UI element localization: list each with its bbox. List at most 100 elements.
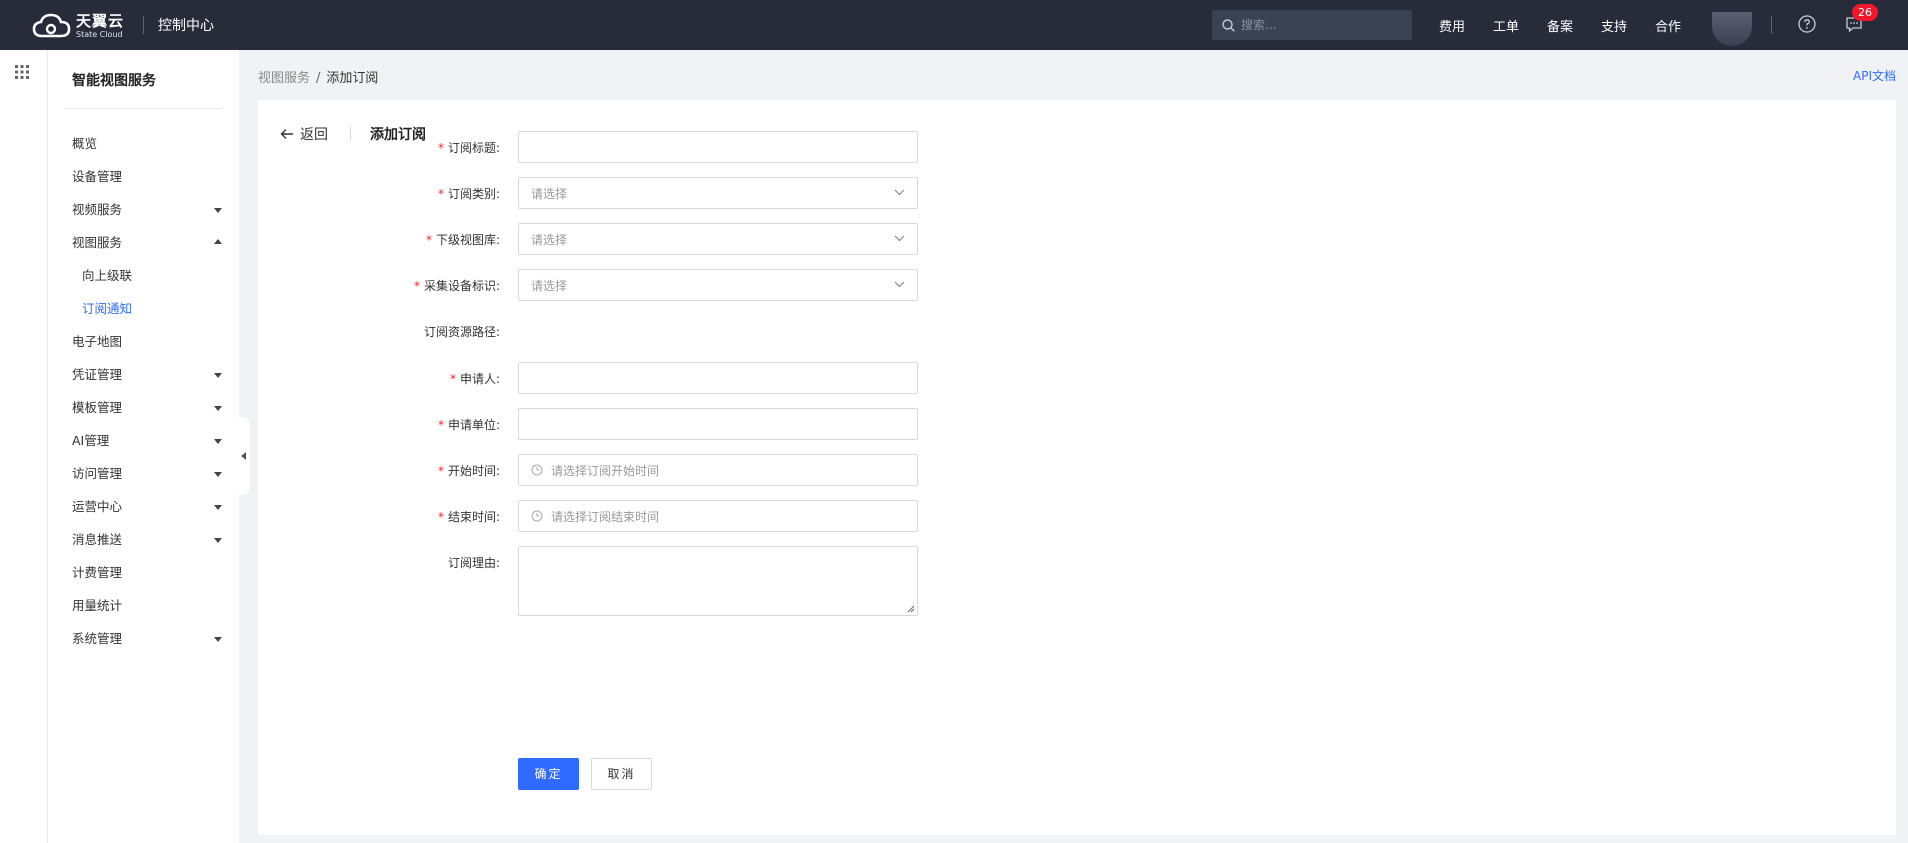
- form-label: * 结束时间:: [438, 508, 500, 525]
- caret-down-icon: [214, 472, 222, 477]
- nav-tickets[interactable]: 工单: [1493, 16, 1519, 35]
- sidebar-item[interactable]: 用量统计: [72, 596, 222, 616]
- divider: [350, 125, 351, 141]
- caret-down-icon: [214, 505, 222, 510]
- sidebar-item[interactable]: 运营中心: [72, 497, 222, 517]
- required-mark: *: [449, 372, 456, 386]
- caret-up-icon: [214, 239, 222, 244]
- form-label-text: 订阅理由:: [447, 556, 500, 570]
- cancel-button[interactable]: 取消: [591, 758, 652, 790]
- sidebar-title: 智能视图服务: [72, 73, 156, 89]
- nav-partner[interactable]: 合作: [1655, 16, 1681, 35]
- nav-support[interactable]: 支持: [1601, 16, 1627, 35]
- sidebar-item-label: 概览: [72, 136, 98, 151]
- chevron-down-icon: [894, 189, 905, 196]
- caret-down-icon: [214, 439, 222, 444]
- sidebar-item-label: 用量统计: [72, 598, 123, 613]
- select-placeholder: 请选择: [531, 186, 568, 201]
- form-label-text: 开始时间:: [447, 464, 500, 478]
- required-mark: *: [437, 510, 444, 524]
- brand-logo[interactable]: 天翼云 State Cloud: [32, 12, 124, 40]
- required-mark: *: [413, 279, 420, 293]
- sidebar-item[interactable]: 计费管理: [72, 563, 222, 583]
- sidebar-item[interactable]: 系统管理: [72, 629, 222, 649]
- sidebar-item[interactable]: AI管理: [72, 431, 222, 451]
- sidebar-item[interactable]: 消息推送: [72, 530, 222, 550]
- global-search[interactable]: [1212, 10, 1412, 40]
- arrow-left-icon: [280, 129, 293, 139]
- form-label-text: 申请人:: [459, 372, 500, 386]
- sidebar-item[interactable]: 向上级联: [82, 266, 232, 286]
- text-input[interactable]: [531, 417, 905, 431]
- text-field[interactable]: [518, 362, 918, 394]
- sidebar-item[interactable]: 视频服务: [72, 200, 222, 220]
- api-docs-link[interactable]: API文档: [1853, 67, 1896, 84]
- caret-down-icon: [214, 208, 222, 213]
- form-label-text: 订阅标题:: [447, 141, 500, 155]
- required-mark: *: [437, 464, 444, 478]
- datetime-placeholder: 请选择订阅结束时间: [551, 509, 660, 524]
- select-field[interactable]: 请选择: [518, 177, 918, 209]
- divider: [1771, 16, 1772, 34]
- datetime-placeholder: 请选择订阅开始时间: [551, 463, 660, 478]
- sidebar-item[interactable]: 模板管理: [72, 398, 222, 418]
- top-navigation-bar: 天翼云 State Cloud 控制中心 费用 工单 备案 支持 合作 26: [0, 0, 1908, 50]
- breadcrumb-current: 添加订阅: [326, 71, 379, 86]
- text-input[interactable]: [531, 140, 905, 154]
- breadcrumb-separator: /: [316, 71, 321, 86]
- reason-textarea[interactable]: [518, 546, 918, 616]
- required-mark: *: [437, 418, 444, 432]
- sidebar-item[interactable]: 视图服务: [72, 233, 222, 253]
- caret-down-icon: [214, 406, 222, 411]
- user-avatar[interactable]: [1712, 12, 1752, 46]
- text-field[interactable]: [518, 408, 918, 440]
- nav-fees[interactable]: 费用: [1439, 16, 1465, 35]
- text-field[interactable]: [518, 131, 918, 163]
- datetime-picker[interactable]: 请选择订阅开始时间: [518, 454, 918, 486]
- console-title[interactable]: 控制中心: [158, 15, 214, 35]
- required-mark: *: [437, 187, 444, 201]
- sidebar-item[interactable]: 订阅通知: [82, 299, 232, 319]
- form-label: * 开始时间:: [438, 462, 500, 479]
- sidebar-item-label: 模板管理: [72, 400, 123, 415]
- select-field[interactable]: 请选择: [518, 223, 918, 255]
- sidebar-item-label: 计费管理: [72, 565, 123, 580]
- sidebar-item[interactable]: 电子地图: [72, 332, 222, 352]
- sidebar-item[interactable]: 设备管理: [72, 167, 222, 187]
- search-input[interactable]: [1241, 18, 1401, 32]
- select-field[interactable]: 请选择: [518, 269, 918, 301]
- message-count-badge: 26: [1852, 4, 1878, 21]
- clock-icon: [531, 510, 543, 522]
- sidebar-item-label: 向上级联: [82, 268, 133, 283]
- sidebar-item[interactable]: 访问管理: [72, 464, 222, 484]
- page-title: 添加订阅: [370, 127, 426, 143]
- breadcrumb-parent[interactable]: 视图服务: [258, 71, 310, 86]
- sidebar-item[interactable]: 凭证管理: [72, 365, 222, 385]
- datetime-picker[interactable]: 请选择订阅结束时间: [518, 500, 918, 532]
- resize-handle-icon[interactable]: [907, 605, 915, 613]
- back-label: 返回: [300, 127, 328, 143]
- text-input[interactable]: [531, 371, 905, 385]
- breadcrumb: 视图服务 / 添加订阅: [258, 67, 378, 86]
- required-mark: *: [437, 141, 444, 155]
- logo-english-name: State Cloud: [76, 29, 123, 39]
- sidebar-collapse-toggle[interactable]: [238, 417, 250, 495]
- confirm-button[interactable]: 确定: [518, 758, 579, 790]
- sidebar-item-label: AI管理: [72, 433, 110, 448]
- form-label-text: 申请单位:: [447, 418, 500, 432]
- sidebar: 智能视图服务 概览设备管理视频服务视图服务向上级联订阅通知电子地图凭证管理模板管…: [48, 50, 239, 843]
- form-label: * 采集设备标识:: [414, 277, 500, 294]
- sidebar-item[interactable]: 概览: [72, 134, 222, 154]
- caret-down-icon: [214, 538, 222, 543]
- divider: [143, 16, 144, 34]
- help-icon[interactable]: [1798, 15, 1816, 33]
- chevron-down-icon: [894, 281, 905, 288]
- sidebar-item-label: 访问管理: [72, 466, 123, 481]
- form-label-text: 采集设备标识:: [423, 279, 500, 293]
- nav-filing[interactable]: 备案: [1547, 16, 1573, 35]
- sidebar-item-label: 系统管理: [72, 631, 123, 646]
- back-button[interactable]: 返回: [280, 124, 328, 144]
- apps-grid-icon[interactable]: [15, 65, 29, 79]
- sidebar-item-label: 消息推送: [72, 532, 123, 547]
- main-panel: 返回 添加订阅 * 订阅标题: * 订阅类别: 请选择 * 下级视图库: 请选择 * 采集设备标识…: [258, 100, 1896, 835]
